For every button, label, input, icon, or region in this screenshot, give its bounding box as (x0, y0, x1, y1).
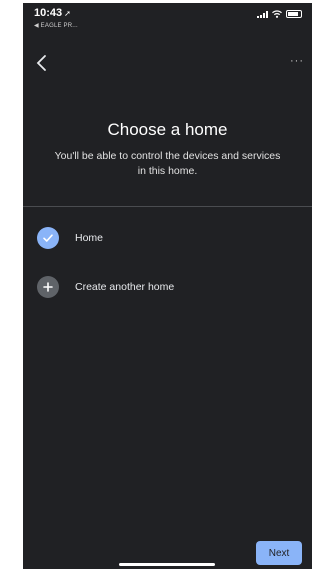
phone-screen: 10:43 ➚ ◀ EAGLE PR... ··· Choose a home Y… (23, 3, 312, 569)
check-icon (43, 234, 53, 242)
selected-indicator (37, 227, 59, 249)
back-button[interactable] (33, 53, 53, 73)
home-option-home[interactable]: Home (37, 227, 103, 249)
status-time: 10:43 (34, 7, 63, 19)
status-bar: 10:43 ➚ ◀ EAGLE PR... (23, 3, 312, 47)
add-indicator (37, 276, 59, 298)
battery-icon (286, 10, 302, 18)
more-options-icon[interactable]: ··· (290, 55, 304, 67)
signal-icon (257, 10, 268, 18)
page-subtitle: You'll be able to control the devices an… (54, 150, 281, 177)
status-icons (257, 10, 302, 18)
next-button[interactable]: Next (256, 541, 302, 565)
location-arrow-icon: ➚ (64, 9, 71, 18)
create-another-home-option[interactable]: Create another home (37, 276, 174, 298)
back-to-app-link[interactable]: ◀ EAGLE PR... (34, 22, 78, 29)
chevron-left-icon (36, 55, 46, 71)
wifi-icon (272, 10, 282, 18)
plus-icon (43, 282, 53, 292)
divider (23, 206, 312, 207)
status-time-group: 10:43 ➚ (34, 7, 71, 19)
home-option-label: Home (75, 232, 104, 244)
create-home-label: Create another home (75, 281, 175, 293)
page-title: Choose a home (107, 120, 228, 139)
home-indicator[interactable] (119, 563, 215, 566)
